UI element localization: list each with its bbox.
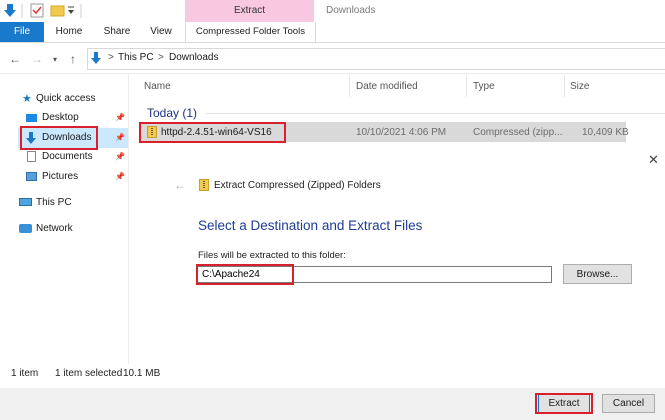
nav-item-this-pc[interactable]: This PC: [0, 194, 128, 212]
tab-home[interactable]: Home: [46, 22, 92, 42]
nav-item-pictures[interactable]: Pictures 📌: [0, 168, 128, 186]
window-title: Downloads: [326, 5, 376, 16]
tab-compressed-folder-tools[interactable]: Compressed Folder Tools: [185, 22, 316, 42]
tab-share[interactable]: Share: [95, 22, 139, 42]
context-group-label: Extract: [233, 5, 266, 16]
pin-icon: 📌: [115, 172, 125, 181]
wizard-title: Extract Compressed (Zipped) Folders: [214, 180, 381, 191]
quick-access-toolbar: [0, 0, 185, 22]
breadcrumb-separator: >: [108, 52, 114, 63]
documents-icon: [27, 151, 36, 162]
nav-item-label: Pictures: [42, 171, 79, 182]
computer-icon: [19, 198, 32, 206]
column-header-name[interactable]: Name: [144, 81, 171, 92]
back-arrow-icon[interactable]: ←: [174, 178, 186, 192]
column-header-type[interactable]: Type: [473, 81, 495, 92]
desktop-icon: [26, 114, 37, 122]
downloads-icon: [26, 132, 36, 144]
column-header-date[interactable]: Date modified: [356, 81, 418, 92]
network-icon: [19, 224, 32, 233]
breadcrumb-this-pc[interactable]: This PC: [118, 52, 154, 63]
column-divider[interactable]: [349, 75, 350, 97]
nav-item-label: Quick access: [36, 93, 96, 104]
cancel-button[interactable]: Cancel: [602, 394, 655, 413]
back-arrow-icon[interactable]: ←: [9, 52, 21, 66]
download-arrow-icon[interactable]: [4, 4, 16, 17]
nav-item-documents[interactable]: Documents 📌: [0, 148, 128, 166]
pin-icon: 📌: [115, 113, 125, 122]
zip-folder-icon: [199, 179, 209, 191]
nav-item-network[interactable]: Network: [0, 220, 128, 238]
zip-folder-icon: [147, 126, 157, 138]
new-folder-icon[interactable]: [50, 5, 65, 17]
status-selected: 1 item selected: [55, 368, 123, 379]
status-size: 10.1 MB: [123, 368, 161, 379]
breadcrumb-downloads[interactable]: Downloads: [169, 52, 218, 63]
column-header-size[interactable]: Size: [570, 81, 589, 92]
breadcrumb-separator: >: [158, 52, 164, 63]
extract-button[interactable]: Extract: [538, 394, 590, 413]
destination-path-input[interactable]: [197, 266, 552, 283]
nav-item-desktop[interactable]: Desktop 📌: [0, 109, 128, 127]
column-divider[interactable]: [466, 75, 467, 97]
star-icon: ★: [22, 93, 32, 105]
file-type: Compressed (zipp...: [473, 127, 563, 138]
nav-item-downloads[interactable]: Downloads 📌: [0, 129, 128, 147]
tab-file[interactable]: File: [0, 22, 44, 42]
quick-access-icons: [4, 3, 82, 18]
nav-item-label: Desktop: [42, 112, 79, 123]
browse-button[interactable]: Browse...: [563, 264, 632, 284]
up-arrow-icon[interactable]: ↑: [70, 52, 76, 66]
pin-icon: 📌: [115, 133, 125, 142]
properties-icon[interactable]: [30, 3, 44, 18]
status-item-count: 1 item: [11, 368, 39, 379]
file-size: 10,409 KB: [582, 127, 629, 138]
nav-item-label: This PC: [36, 197, 72, 208]
group-divider: [205, 113, 665, 114]
nav-item-label: Downloads: [42, 132, 92, 143]
customize-toolbar-icon[interactable]: [68, 6, 74, 14]
pin-icon: 📌: [115, 152, 125, 161]
close-icon[interactable]: ✕: [648, 152, 659, 168]
nav-item-label: Documents: [42, 151, 93, 162]
file-name[interactable]: httpd-2.4.51-win64-VS16: [161, 127, 272, 138]
recent-locations-chevron-icon[interactable]: ▾: [53, 55, 57, 64]
destination-label: Files will be extracted to this folder:: [198, 250, 346, 261]
downloads-location-icon: [91, 52, 101, 64]
tab-view[interactable]: View: [140, 22, 182, 42]
nav-item-quick-access[interactable]: ★ Quick access: [0, 90, 128, 108]
pictures-icon: [26, 172, 37, 181]
group-header-today[interactable]: Today (1): [147, 106, 197, 120]
forward-arrow-icon[interactable]: →: [31, 52, 43, 66]
column-divider[interactable]: [564, 75, 565, 97]
wizard-heading: Select a Destination and Extract Files: [198, 218, 423, 233]
nav-item-label: Network: [36, 223, 73, 234]
file-date: 10/10/2021 4:06 PM: [356, 127, 447, 138]
